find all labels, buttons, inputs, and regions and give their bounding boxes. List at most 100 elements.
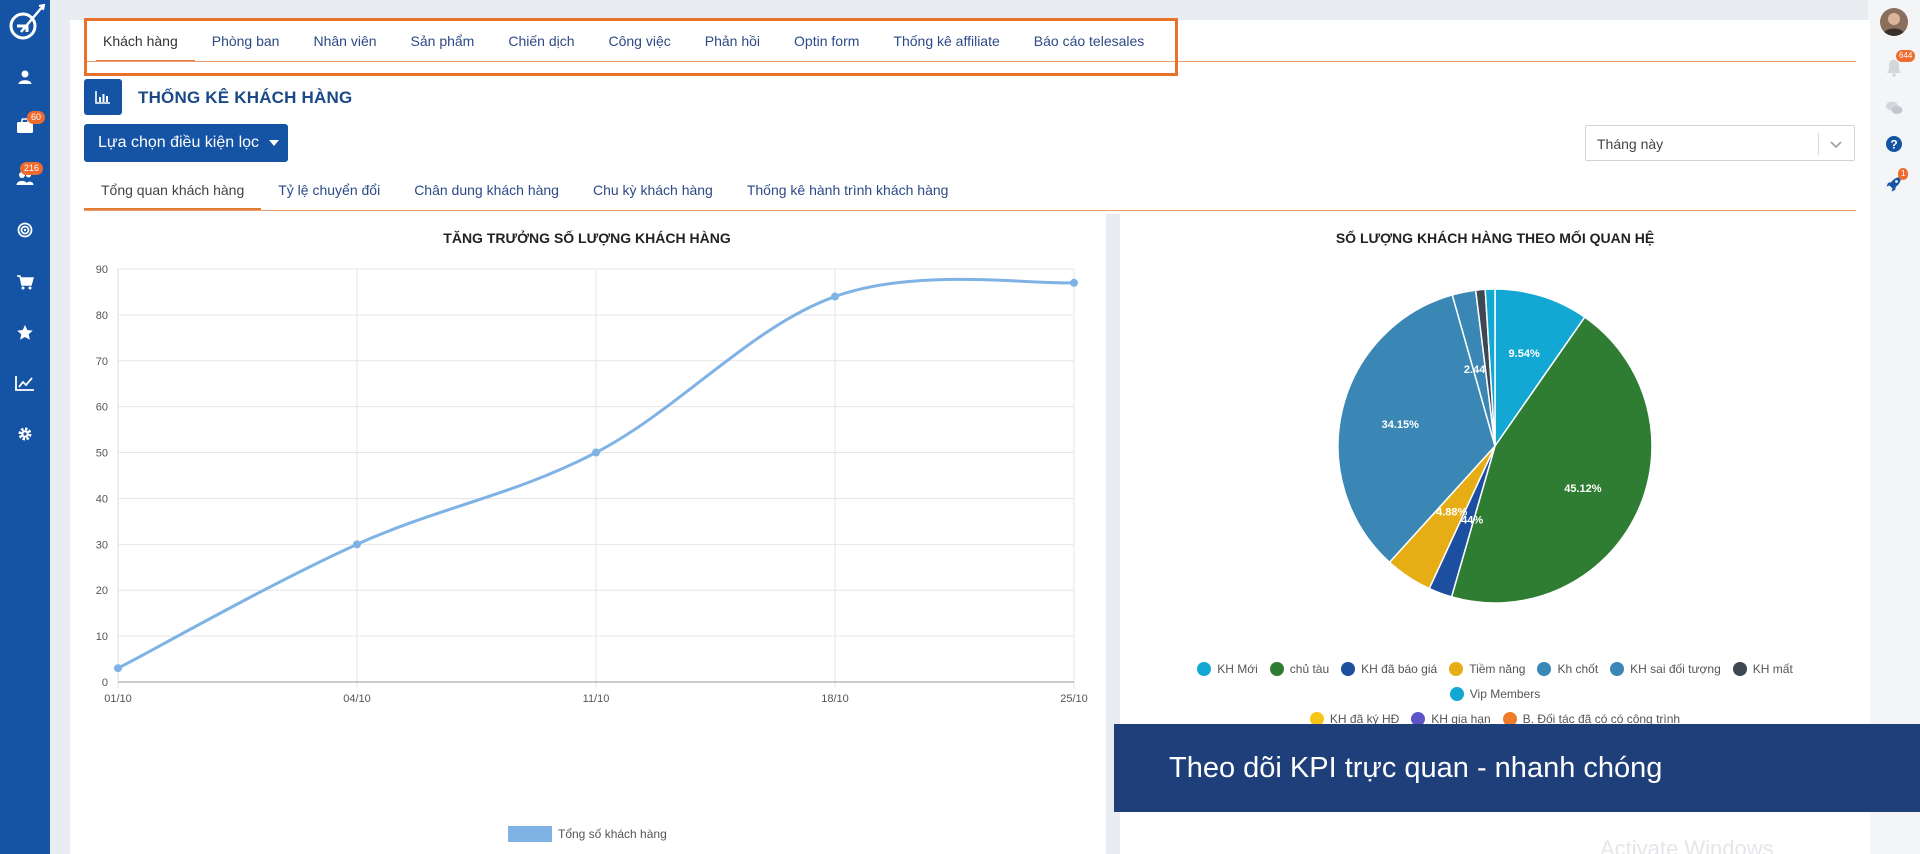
filter-conditions-button[interactable]: Lựa chọn điều kiện lọc <box>84 124 288 162</box>
sidebar-item-reports[interactable] <box>0 365 50 401</box>
pie-slice-label: 9.54% <box>1509 348 1540 360</box>
rocket-button[interactable]: 1 <box>1882 168 1909 196</box>
svg-text:?: ? <box>1890 138 1897 152</box>
filter-conditions-label: Lựa chọn điều kiện lọc <box>98 134 260 151</box>
pie-legend-item[interactable]: Kh chốt <box>1537 658 1598 680</box>
data-point[interactable] <box>1070 278 1078 287</box>
help-icon: ? <box>1886 136 1902 152</box>
y-tick-label: 40 <box>96 493 108 505</box>
subtab-customer-persona[interactable]: Chân dung khách hàng <box>397 176 576 210</box>
top-navigation-highlight-frame <box>84 18 1178 76</box>
growth-chart-legend[interactable]: Tổng số khách hàng <box>508 826 667 842</box>
x-tick-label: 01/10 <box>104 693 132 705</box>
sidebar-item-customers[interactable] <box>0 59 50 95</box>
page-title: THỐNG KÊ KHÁCH HÀNG <box>138 88 353 107</box>
promo-banner: Theo dõi KPI trực quan - nhanh chóng <box>1114 724 1920 812</box>
pie-legend-item[interactable]: Vip Members <box>1449 683 1541 705</box>
subtab-conversion-rate[interactable]: Tỷ lệ chuyển đổi <box>261 176 397 210</box>
x-tick-label: 04/10 <box>343 693 371 705</box>
legend-label: chủ tàu <box>1289 662 1330 676</box>
growth-chart-title: TĂNG TRƯỞNG SỐ LƯỢNG KHÁCH HÀNG <box>443 230 731 246</box>
legend-dot <box>1449 687 1464 701</box>
notification-button[interactable]: 644 <box>1882 50 1916 80</box>
gear-icon <box>18 427 32 441</box>
sidebar-badge-groups: 216 <box>20 162 44 175</box>
y-tick-label: 80 <box>96 310 108 322</box>
sidebar: 60 216 <box>0 0 50 854</box>
x-tick-label: 25/10 <box>1060 693 1088 705</box>
y-tick-label: 20 <box>96 585 108 597</box>
pie-chart-legend: KH Mới chủ tàu KH đã báo giá Tiềm năng Kh ch… <box>1150 658 1840 733</box>
legend-label: KH sai đối tượng <box>1630 662 1721 676</box>
pie-legend-item[interactable]: KH mất <box>1732 658 1793 680</box>
cart-icon <box>17 275 34 290</box>
target-icon <box>17 222 33 238</box>
pie-legend-item[interactable]: KH đã báo giá <box>1341 658 1437 680</box>
pie-legend-item[interactable]: chủ tàu <box>1269 658 1330 680</box>
y-tick-label: 30 <box>96 539 108 551</box>
data-point[interactable] <box>114 664 122 673</box>
sidebar-badge-orders: 60 <box>27 111 46 124</box>
sidebar-item-targets[interactable] <box>0 212 50 248</box>
sidebar-item-settings[interactable] <box>0 416 50 452</box>
page-icon <box>84 79 122 115</box>
chevron-down-icon <box>1830 141 1842 149</box>
legend-dot <box>1197 662 1212 676</box>
growth-line-chart: 0 10 20 30 40 50 60 70 80 90 01/10 04/10 11/10 18/10 2… <box>96 264 1088 705</box>
legend-dot <box>1732 662 1747 676</box>
data-point[interactable] <box>592 448 600 457</box>
data-point[interactable] <box>831 292 839 301</box>
caret-down-icon <box>269 140 280 146</box>
y-tick-label: 90 <box>96 264 108 276</box>
legend-dot <box>1269 662 1284 676</box>
rocket-badge: 1 <box>1898 168 1909 180</box>
x-tick-label: 18/10 <box>821 693 849 705</box>
y-tick-label: 50 <box>96 448 108 460</box>
pie-legend-item[interactable]: Tiềm năng <box>1449 658 1525 680</box>
legend-dot <box>1610 662 1625 676</box>
y-tick-label: 60 <box>96 402 108 414</box>
sub-tabs-underline <box>84 210 1856 211</box>
legend-label: KH Mới <box>1217 662 1258 676</box>
chat-button[interactable] <box>1882 96 1906 120</box>
windows-watermark: Activate Windows <box>1600 836 1774 854</box>
data-point[interactable] <box>353 540 361 549</box>
select-separator <box>1818 133 1819 155</box>
help-button[interactable]: ? <box>1882 132 1906 156</box>
sidebar-item-favorites[interactable] <box>0 314 50 350</box>
legend-label: Tổng số khách hàng <box>558 827 667 841</box>
pie-legend-item[interactable]: KH Mới <box>1197 658 1258 680</box>
pie-legend-item[interactable]: KH sai đối tượng <box>1610 658 1721 680</box>
sidebar-item-orders[interactable]: 60 <box>0 108 50 144</box>
sub-tabs: Tổng quan khách hàng Tỷ lệ chuyển đổi Ch… <box>84 176 965 210</box>
star-icon <box>17 324 33 340</box>
user-icon <box>18 70 32 84</box>
chat-icon <box>1886 101 1903 114</box>
sidebar-item-groups[interactable]: 216 <box>0 160 50 196</box>
x-tick-label: 11/10 <box>583 693 610 705</box>
y-tick-label: 0 <box>102 677 108 689</box>
legend-dot <box>1449 662 1464 676</box>
app-logo-icon[interactable] <box>3 2 47 46</box>
pie-slice-label: 45.12% <box>1564 483 1602 495</box>
subtab-customer-journey[interactable]: Thống kê hành trình khách hàng <box>730 176 966 210</box>
legend-swatch <box>508 826 552 842</box>
legend-dot <box>1341 662 1356 676</box>
subtab-overview[interactable]: Tổng quan khách hàng <box>84 176 262 210</box>
relationship-chart-title: SỐ LƯỢNG KHÁCH HÀNG THEO MỐI QUAN HỆ <box>1335 230 1655 246</box>
pie-slice-label: 34.15% <box>1382 419 1420 431</box>
legend-label: KH mất <box>1752 662 1793 676</box>
y-tick-label: 70 <box>96 356 108 368</box>
avatar[interactable] <box>1880 8 1908 36</box>
legend-label: Vip Members <box>1469 687 1541 701</box>
y-tick-label: 10 <box>96 631 108 643</box>
legend-label: Kh chốt <box>1557 662 1599 676</box>
relationship-pie-chart: 9.54%45.12%2.44%4.88%34.15%2.44% <box>1337 288 1653 604</box>
legend-label: KH đã báo giá <box>1361 662 1438 676</box>
bar-chart-icon <box>95 91 110 104</box>
pie-slice-label: 4.88% <box>1436 506 1467 518</box>
period-select[interactable]: Tháng này <box>1585 125 1855 161</box>
sidebar-item-cart[interactable] <box>0 264 50 300</box>
legend-dot <box>1537 662 1552 676</box>
subtab-customer-cycle[interactable]: Chu kỳ khách hàng <box>576 176 730 210</box>
